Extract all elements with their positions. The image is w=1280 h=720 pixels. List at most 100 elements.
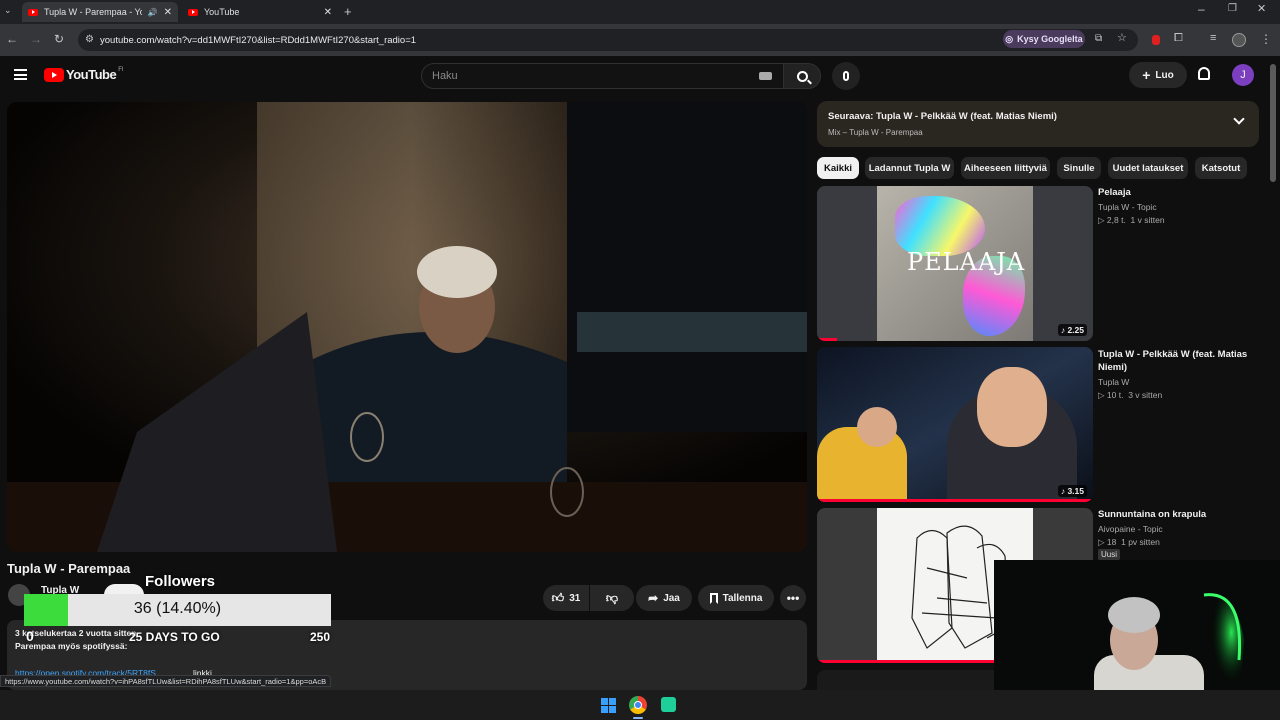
duration-badge: ♪ 3.15	[1057, 485, 1087, 497]
restore-icon[interactable]: ❐	[1228, 4, 1237, 14]
app-taskbar-icon[interactable]	[661, 697, 676, 712]
page-scrollbar[interactable]	[1270, 64, 1276, 182]
tab-tupla-w[interactable]: Tupla W - Parempaa - YouTube 🔊 ✕	[22, 2, 178, 22]
bookmark-star-icon[interactable]: ☆	[1117, 33, 1127, 44]
rec-title[interactable]: Pelaaja	[1098, 186, 1248, 199]
like-button[interactable]: 👍︎ 31	[543, 585, 589, 611]
ask-google-button[interactable]: ◎ Kysy Googlelta	[1003, 30, 1085, 48]
notifications-bell-icon[interactable]	[1198, 67, 1210, 80]
reload-icon[interactable]: ↻	[54, 33, 64, 45]
rec-stats: ▷ 18 1 pv sitten	[1098, 537, 1160, 547]
browser-menu-icon[interactable]: ⋮	[1260, 33, 1272, 45]
duration-text: 2.25	[1067, 325, 1084, 335]
youtube-logo[interactable]: YouTube FI	[44, 67, 124, 82]
goal-start: 0	[26, 628, 34, 644]
close-window-icon[interactable]: ✕	[1257, 4, 1266, 15]
google-lens-icon: ◎	[1005, 33, 1014, 44]
extension-red-icon[interactable]	[1152, 35, 1160, 45]
microphone-icon	[843, 71, 849, 81]
cover-text: PELAAJA	[907, 248, 1026, 276]
thumbs-up-icon: 👍︎	[551, 590, 565, 605]
url-text: youtube.com/watch?v=dd1MWFtI270&list=RDd…	[100, 34, 417, 46]
duration-badge: ♪ 2.25	[1057, 324, 1087, 336]
install-icon[interactable]: ⧉	[1095, 34, 1102, 44]
youtube-logo-icon	[44, 67, 64, 82]
reading-list-icon[interactable]: ≡	[1210, 33, 1216, 44]
watch-progress	[817, 499, 1093, 502]
duration-text: 3.15	[1067, 486, 1084, 496]
browser-toolbar: ← → ↻ ⚙ youtube.com/watch?v=dd1MWFtI270&…	[0, 24, 1280, 56]
share-label: Jaa	[663, 592, 680, 604]
chip-uploaded-by[interactable]: Ladannut Tupla W	[865, 157, 954, 179]
site-info-icon[interactable]: ⚙	[85, 34, 94, 45]
video-thumbnail[interactable]: ♪ 3.15	[817, 347, 1093, 502]
dislike-button[interactable]: 👎︎	[590, 585, 634, 611]
tab-title: YouTube	[204, 7, 240, 17]
keyboard-icon[interactable]	[759, 72, 772, 80]
tab-close-icon[interactable]: ✕	[324, 7, 332, 18]
search-placeholder: Haku	[432, 70, 458, 82]
ask-google-label: Kysy Googlelta	[1017, 34, 1083, 44]
rec-channel[interactable]: Tupla W - Topic	[1098, 202, 1157, 212]
forward-icon[interactable]: →	[30, 33, 42, 45]
create-button[interactable]: + Luo	[1129, 62, 1187, 88]
video-frame	[7, 102, 807, 552]
profile-avatar[interactable]	[1232, 33, 1246, 47]
chrome-taskbar-icon[interactable]	[629, 696, 647, 714]
new-tab-icon[interactable]: +	[344, 5, 352, 18]
create-label: Luo	[1155, 69, 1174, 81]
rec-views: 2,8 t.	[1106, 215, 1126, 225]
rec-title[interactable]: Tupla W - Pelkkää W (feat. Matias Niemi)	[1098, 348, 1248, 374]
plus-icon: +	[1142, 67, 1151, 83]
status-url: https://www.youtube.com/watch?v=ihPA8sfT…	[5, 677, 327, 686]
goal-target: 250	[310, 630, 331, 644]
back-icon[interactable]: ←	[6, 33, 18, 45]
goal-progress-bar: 36 (14.40%)	[24, 594, 331, 626]
rec-age: 1 v sitten	[1130, 215, 1165, 225]
video-thumbnail[interactable]: PELAAJA ♪ 2.25	[817, 186, 1093, 341]
rec-views: 10 t.	[1106, 390, 1124, 400]
extensions-icon[interactable]: ⧠	[1174, 33, 1183, 44]
rec-channel[interactable]: Tupla W	[1098, 377, 1129, 387]
account-avatar[interactable]: J	[1232, 64, 1254, 86]
taskbar-active-indicator	[633, 717, 643, 719]
goal-days-left: 25 DAYS TO GO	[129, 630, 220, 644]
chip-new-uploads[interactable]: Uudet lataukset	[1108, 157, 1188, 179]
address-bar[interactable]: ⚙ youtube.com/watch?v=dd1MWFtI270&list=R…	[78, 29, 1138, 51]
minimize-icon[interactable]: –	[1198, 3, 1205, 15]
windows-start-icon[interactable]	[601, 698, 616, 713]
rec-channel[interactable]: Aivopaine - Topic	[1098, 524, 1163, 534]
chip-all[interactable]: Kaikki	[817, 157, 859, 179]
share-button[interactable]: ➦ Jaa	[636, 585, 692, 611]
hamburger-menu-icon[interactable]	[14, 69, 27, 80]
chevron-down-icon[interactable]	[1233, 113, 1245, 125]
chip-related[interactable]: Aiheeseen liittyviä	[961, 157, 1050, 179]
more-actions-button[interactable]: •••	[780, 585, 806, 611]
search-input[interactable]: Haku	[421, 63, 785, 89]
goal-title: Followers	[145, 573, 216, 590]
avatar-letter: J	[1240, 69, 1246, 81]
save-button[interactable]: Tallenna	[698, 585, 774, 611]
voice-search-button[interactable]	[832, 62, 860, 90]
save-label: Tallenna	[722, 592, 763, 604]
speaker-icon[interactable]: 🔊	[148, 8, 158, 17]
rec-stats: ▷ 2,8 t. 1 v sitten	[1098, 215, 1165, 225]
goal-progress-text: 36 (14.40%)	[133, 600, 222, 617]
video-player[interactable]	[7, 102, 807, 552]
share-icon: ➦	[648, 591, 659, 605]
bookmark-icon	[709, 592, 718, 604]
like-count: 31	[569, 592, 581, 604]
taskbar	[0, 690, 1280, 720]
tab-youtube[interactable]: YouTube ✕	[182, 2, 338, 22]
rec-title[interactable]: Sunnuntaina on krapula	[1098, 508, 1248, 521]
tab-search-icon[interactable]: ⌄	[4, 6, 12, 15]
playlist-header[interactable]: Seuraava: Tupla W - Pelkkää W (feat. Mat…	[817, 101, 1259, 147]
rec-age: 1 pv sitten	[1121, 537, 1160, 547]
chip-for-you[interactable]: Sinulle	[1057, 157, 1101, 179]
chip-watched[interactable]: Katsotut	[1195, 157, 1247, 179]
search-button[interactable]	[783, 63, 821, 89]
tab-close-icon[interactable]: ✕	[164, 7, 172, 18]
up-next-title: Seuraava: Tupla W - Pelkkää W (feat. Mat…	[828, 111, 1057, 122]
region-code: FI	[118, 67, 124, 73]
more-icon: •••	[786, 591, 800, 605]
